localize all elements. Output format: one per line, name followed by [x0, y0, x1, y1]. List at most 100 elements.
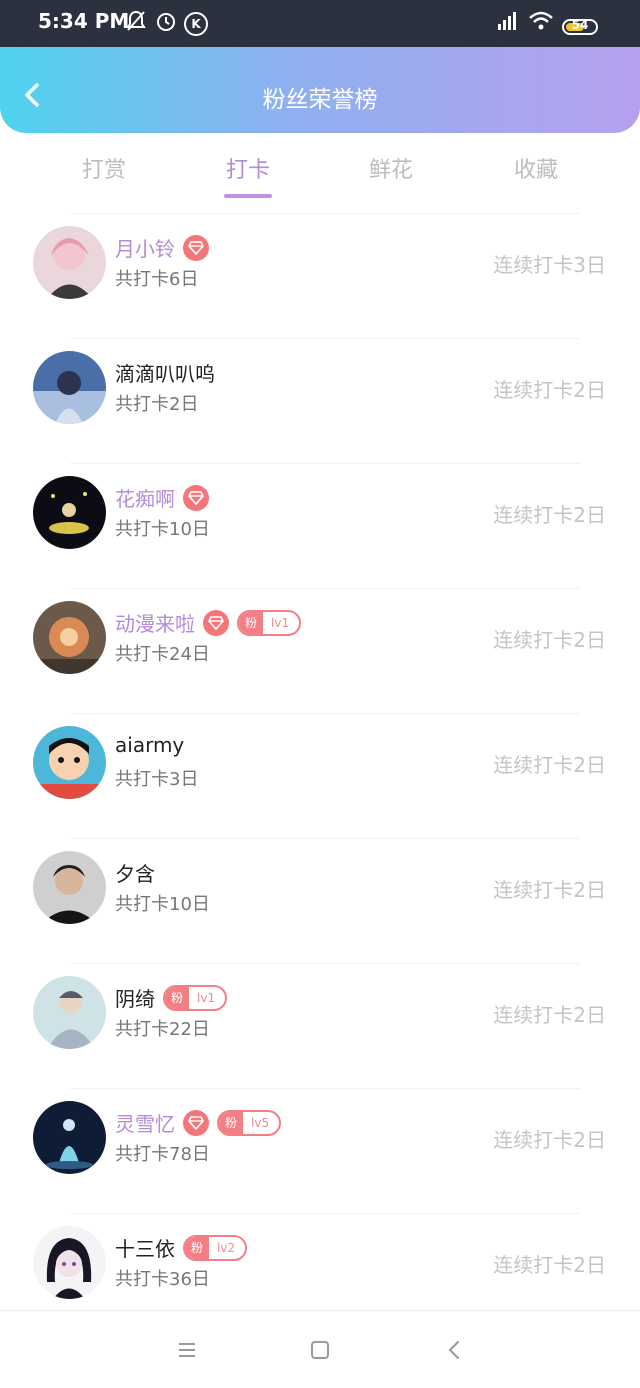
diamond-badge-icon	[183, 1109, 209, 1136]
name-line: 灵雪忆 粉 lv5	[115, 1108, 282, 1138]
total-checkins: 共打卡36日	[115, 1269, 210, 1290]
fan-badge-level: lv5	[251, 1115, 270, 1130]
tab-bar: 打赏 打卡 鲜花 收藏	[0, 133, 640, 203]
total-checkins: 共打卡3日	[115, 769, 199, 790]
streak-text: 连续打卡2日	[493, 1003, 606, 1027]
streak-text: 连续打卡2日	[493, 503, 606, 527]
name-line: 十三依粉 lv2	[115, 1233, 248, 1263]
fan-name[interactable]: 十三依	[115, 1237, 175, 1261]
total-checkins: 共打卡22日	[115, 1019, 210, 1040]
status-bar: 5:34 PM K 54	[0, 0, 640, 47]
menu-button[interactable]	[174, 1337, 200, 1363]
total-checkins: 共打卡24日	[115, 644, 210, 665]
name-line: 夕含	[115, 858, 155, 888]
avatar[interactable]	[33, 976, 106, 1049]
total-checkins: 共打卡6日	[115, 269, 199, 290]
tab-favorites[interactable]: 收藏	[486, 152, 586, 184]
name-line: 花痴啊	[115, 483, 209, 513]
battery-icon: 54	[562, 18, 598, 35]
page-title: 粉丝荣誉榜	[262, 87, 378, 113]
diamond-badge-icon	[183, 484, 209, 511]
status-time: 5:34 PM	[38, 9, 130, 33]
fan-badge-label: 粉	[239, 611, 264, 634]
diamond-badge-icon	[203, 609, 229, 636]
divider	[70, 1213, 580, 1214]
battery-level: 54	[571, 18, 589, 32]
header-bar: 5:34 PM K 54 粉丝荣誉榜	[0, 0, 640, 133]
name-line: 月小铃	[115, 233, 209, 263]
k-icon: K	[184, 12, 208, 36]
tab-checkin[interactable]: 打卡	[198, 152, 298, 184]
fan-badge-level: lv1	[197, 990, 216, 1005]
menu-icon	[179, 1343, 195, 1357]
list-item[interactable]: 夕含 共打卡10日 连续打卡2日	[0, 838, 640, 963]
avatar[interactable]	[33, 351, 106, 424]
streak-text: 连续打卡2日	[493, 378, 606, 402]
streak-text: 连续打卡3日	[493, 253, 606, 277]
fan-name[interactable]: 滴滴叭叭呜	[115, 362, 215, 386]
hd-signal-icon	[494, 10, 520, 37]
total-checkins: 共打卡10日	[115, 894, 210, 915]
name-line: 动漫来啦 粉 lv1	[115, 608, 302, 638]
name-line: 阴绮粉 lv1	[115, 983, 228, 1013]
list-item[interactable]: 花痴啊 共打卡10日 连续打卡2日	[0, 463, 640, 588]
list-item[interactable]: 滴滴叭叭呜 共打卡2日 连续打卡2日	[0, 338, 640, 463]
streak-text: 连续打卡2日	[493, 1253, 606, 1277]
fan-badge-label: 粉	[219, 1111, 244, 1134]
avatar[interactable]	[33, 851, 106, 924]
fan-name[interactable]: 夕含	[115, 862, 155, 886]
home-button[interactable]	[307, 1337, 333, 1363]
fan-level-badge: 粉 lv1	[163, 984, 228, 1011]
avatar[interactable]	[33, 226, 106, 299]
diamond-badge-icon	[183, 234, 209, 261]
fan-name[interactable]: 灵雪忆	[115, 1112, 175, 1136]
total-checkins: 共打卡78日	[115, 1144, 210, 1165]
streak-text: 连续打卡2日	[493, 1128, 606, 1152]
list-item[interactable]: aiarmy 共打卡3日 连续打卡2日	[0, 713, 640, 838]
tab-flowers[interactable]: 鲜花	[341, 152, 441, 184]
active-tab-indicator	[224, 194, 272, 198]
total-checkins: 共打卡2日	[115, 394, 199, 415]
fan-badge-level: lv1	[271, 615, 290, 630]
divider	[70, 713, 580, 714]
divider	[70, 963, 580, 964]
divider	[70, 588, 580, 589]
streak-text: 连续打卡2日	[493, 878, 606, 902]
fan-name[interactable]: aiarmy	[115, 733, 184, 757]
fan-level-badge: 粉 lv2	[183, 1234, 248, 1261]
fan-badge-label: 粉	[165, 986, 190, 1009]
fan-level-badge: 粉 lv5	[217, 1109, 282, 1136]
list-item[interactable]: 阴绮粉 lv1 共打卡22日 连续打卡2日	[0, 963, 640, 1088]
divider	[70, 838, 580, 839]
fan-name[interactable]: 阴绮	[115, 987, 155, 1011]
total-checkins: 共打卡10日	[115, 519, 210, 540]
list-item[interactable]: 月小铃 共打卡6日 连续打卡3日	[0, 213, 640, 338]
avatar[interactable]	[33, 726, 106, 799]
wifi-icon	[528, 10, 554, 37]
system-nav-bar	[0, 1310, 640, 1388]
streak-text: 连续打卡2日	[493, 753, 606, 777]
divider	[70, 463, 580, 464]
name-line: aiarmy	[115, 733, 184, 763]
fan-badge-label: 粉	[185, 1236, 210, 1259]
streak-text: 连续打卡2日	[493, 628, 606, 652]
avatar[interactable]	[33, 1101, 106, 1174]
fan-name[interactable]: 花痴啊	[115, 487, 175, 511]
fan-name[interactable]: 月小铃	[115, 237, 175, 261]
avatar[interactable]	[33, 476, 106, 549]
tab-reward[interactable]: 打赏	[54, 152, 154, 184]
mute-bell-icon	[126, 10, 146, 37]
divider	[70, 213, 580, 214]
name-line: 滴滴叭叭呜	[115, 358, 215, 388]
back-triangle-icon	[448, 1341, 459, 1359]
avatar[interactable]	[33, 601, 106, 674]
divider	[70, 338, 580, 339]
alarm-icon	[155, 10, 177, 37]
home-square-icon	[311, 1341, 329, 1359]
system-back-button[interactable]	[441, 1337, 467, 1363]
list-item[interactable]: 动漫来啦 粉 lv1 共打卡24日 连续打卡2日	[0, 588, 640, 713]
list-item[interactable]: 灵雪忆 粉 lv5 共打卡78日 连续打卡2日	[0, 1088, 640, 1213]
avatar[interactable]	[33, 1226, 106, 1299]
divider	[70, 1088, 580, 1089]
fan-name[interactable]: 动漫来啦	[115, 612, 195, 636]
